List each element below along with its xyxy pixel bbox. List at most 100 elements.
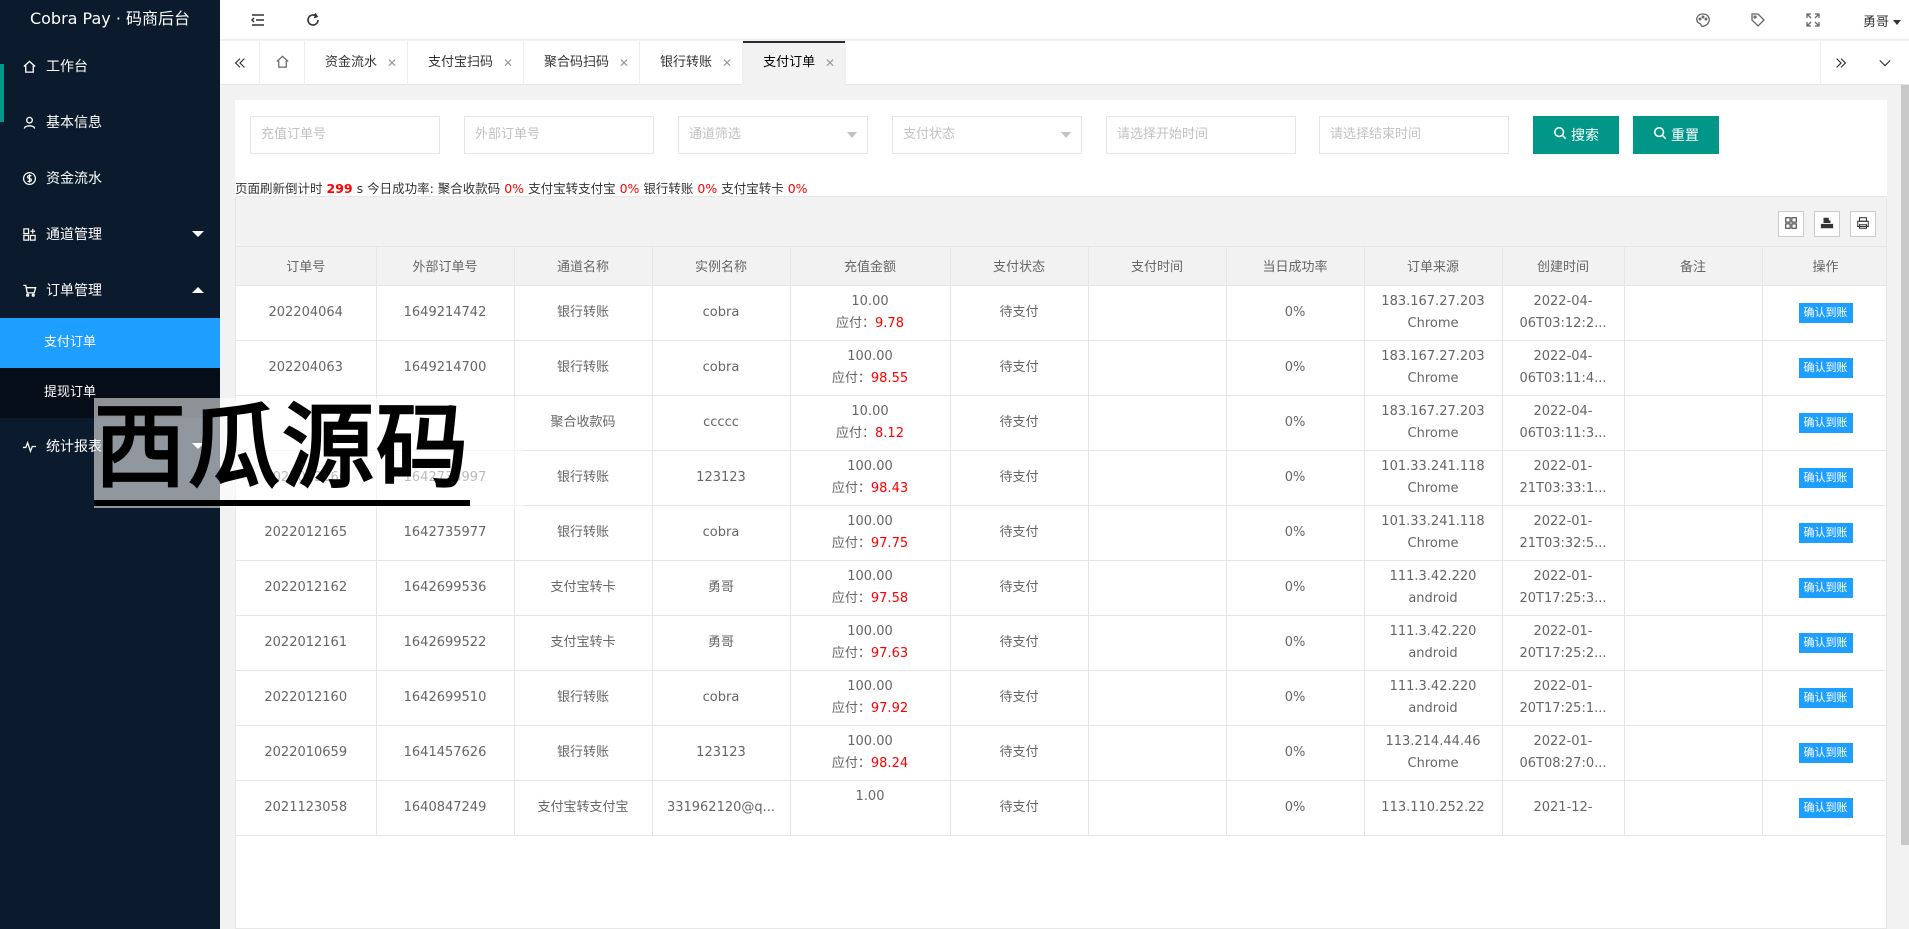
tab-alipay-scan[interactable]: 支付宝扫码 ✕ <box>408 41 525 85</box>
confirm-received-button[interactable]: 确认到账 <box>1798 302 1853 323</box>
tab-pay-orders[interactable]: 支付订单 ✕ <box>743 41 847 85</box>
column-header[interactable]: 实例名称 <box>652 247 791 286</box>
column-header[interactable]: 外部订单号 <box>376 247 515 286</box>
column-header[interactable]: 操作 <box>1762 247 1886 286</box>
due-value: 98.24 <box>870 755 909 771</box>
sidebar-item-workbench[interactable]: 工作台 <box>0 38 220 122</box>
status-select[interactable]: 支付状态 <box>892 116 1082 154</box>
tab-scroll-right-button[interactable] <box>1820 41 1860 85</box>
page-scrollbar[interactable] <box>1901 85 1909 845</box>
confirm-received-button[interactable]: 确认到账 <box>1798 577 1853 598</box>
column-header[interactable]: 支付时间 <box>1088 247 1227 286</box>
cell-order-no: 2022012162 <box>236 560 377 616</box>
column-header[interactable]: 支付状态 <box>950 247 1089 286</box>
cell-channel: 银行转账 <box>514 725 653 781</box>
close-icon[interactable]: ✕ <box>722 41 732 85</box>
menu-collapse-icon[interactable] <box>248 10 268 30</box>
sidebar-item-order-manage[interactable]: 订单管理 <box>0 262 220 318</box>
sidebar-item-basic-info[interactable]: 基本信息 <box>0 94 220 150</box>
close-icon[interactable]: ✕ <box>825 41 835 85</box>
daily-rate: 0% <box>1284 304 1306 320</box>
order-no: 2022012162 <box>264 579 348 595</box>
confirm-received-button[interactable]: 确认到账 <box>1798 632 1853 653</box>
column-header[interactable]: 充值金额 <box>790 247 951 286</box>
pay-status: 待支付 <box>999 579 1039 595</box>
tab-label: 支付订单 <box>763 55 816 70</box>
cell-note <box>1624 450 1763 506</box>
instance-name: 勇哥 <box>707 634 734 650</box>
reset-button[interactable]: 重置 <box>1633 116 1719 154</box>
columns-filter-button[interactable] <box>1778 211 1804 237</box>
due-value: 97.58 <box>870 590 909 606</box>
order-no-input[interactable]: 充值订单号 <box>250 116 440 154</box>
column-header[interactable]: 当日成功率 <box>1226 247 1365 286</box>
confirm-received-button[interactable]: 确认到账 <box>1798 522 1853 543</box>
daily-rate: 0% <box>1284 799 1306 815</box>
amount-value: 10.00 <box>851 403 889 419</box>
cell-status: 待支付 <box>950 450 1089 506</box>
confirm-received-button[interactable]: 确认到账 <box>1798 742 1853 763</box>
search-button[interactable]: 搜索 <box>1533 116 1619 154</box>
cell-status: 待支付 <box>950 780 1089 836</box>
sidebar-subitem-pay-orders[interactable]: 支付订单 <box>0 318 220 368</box>
close-icon[interactable]: ✕ <box>387 41 397 85</box>
cell-order-no: 202204064 <box>236 285 377 341</box>
cell-rate: 0% <box>1226 395 1365 451</box>
cell-instance: 331962120@q... <box>652 780 791 836</box>
channel-name: 银行转账 <box>556 304 609 320</box>
ext-order-no: 1642699536 <box>403 579 487 595</box>
cell-ext-order-no: 1649214742 <box>376 285 515 341</box>
tab-scroll-left-button[interactable] <box>220 41 260 85</box>
tag-icon[interactable] <box>1748 10 1768 30</box>
cell-order-no: 202204063 <box>236 340 377 396</box>
confirm-received-button[interactable]: 确认到账 <box>1798 357 1853 378</box>
cell-action: 确认到账 <box>1762 725 1886 781</box>
fullscreen-icon[interactable] <box>1803 10 1823 30</box>
end-time-input[interactable]: 请选择结束时间 <box>1319 116 1509 154</box>
theme-palette-icon[interactable] <box>1693 10 1713 30</box>
source-ua: Chrome <box>1407 480 1459 496</box>
channel-select[interactable]: 通道筛选 <box>678 116 868 154</box>
column-header[interactable]: 通道名称 <box>514 247 653 286</box>
created-time: 21T03:32:5... <box>1519 535 1607 551</box>
cell-action: 确认到账 <box>1762 615 1886 671</box>
tab-aggregate-scan[interactable]: 聚合码扫码 ✕ <box>524 41 641 85</box>
table-toolbar <box>236 197 1886 247</box>
column-header[interactable]: 创建时间 <box>1502 247 1625 286</box>
close-icon[interactable]: ✕ <box>619 41 629 85</box>
confirm-received-button[interactable]: 确认到账 <box>1798 797 1853 818</box>
print-button[interactable] <box>1850 211 1876 237</box>
instance-name: cobra <box>702 689 740 705</box>
confirm-received-button[interactable]: 确认到账 <box>1798 412 1853 433</box>
tab-options-button[interactable] <box>1860 41 1909 85</box>
cell-channel: 聚合收款码 <box>514 395 653 451</box>
refresh-icon[interactable] <box>303 10 323 30</box>
created-date: 2022-01- <box>1533 678 1593 694</box>
close-icon[interactable]: ✕ <box>503 41 513 85</box>
export-button[interactable] <box>1814 211 1840 237</box>
countdown-value: 299 <box>326 181 353 196</box>
column-header[interactable]: 备注 <box>1624 247 1763 286</box>
column-header[interactable]: 订单来源 <box>1364 247 1503 286</box>
tab-home[interactable] <box>260 41 305 85</box>
user-menu[interactable]: 勇哥 <box>1863 11 1901 30</box>
start-time-input[interactable]: 请选择开始时间 <box>1106 116 1296 154</box>
tab-bank-transfer[interactable]: 银行转账 ✕ <box>640 41 744 85</box>
cell-note <box>1624 395 1763 451</box>
order-no: 202204064 <box>268 304 343 320</box>
table-row: 2022012161 1642699522 支付宝转卡 勇哥 100.00 应付：97.6… <box>236 615 1886 671</box>
ext-order-no-input[interactable]: 外部订单号 <box>464 116 654 154</box>
cell-note <box>1624 725 1763 781</box>
chevron-up-icon <box>192 287 204 293</box>
sidebar-item-fund-flow[interactable]: 资金流水 <box>0 150 220 206</box>
cell-action: 确认到账 <box>1762 340 1886 396</box>
sidebar-item-channel-manage[interactable]: 通道管理 <box>0 206 220 262</box>
cell-source: 113.110.252.22 <box>1364 780 1503 836</box>
confirm-received-button[interactable]: 确认到账 <box>1798 467 1853 488</box>
column-header[interactable]: 订单号 <box>236 247 377 286</box>
cell-ext-order-no: 1649214700 <box>376 340 515 396</box>
confirm-received-button[interactable]: 确认到账 <box>1798 687 1853 708</box>
instance-name: 331962120@q... <box>666 799 776 815</box>
tab-fund-flow[interactable]: 资金流水 ✕ <box>305 41 409 85</box>
table-row: 2022012162 1642699536 支付宝转卡 勇哥 100.00 应付：97.5… <box>236 560 1886 616</box>
